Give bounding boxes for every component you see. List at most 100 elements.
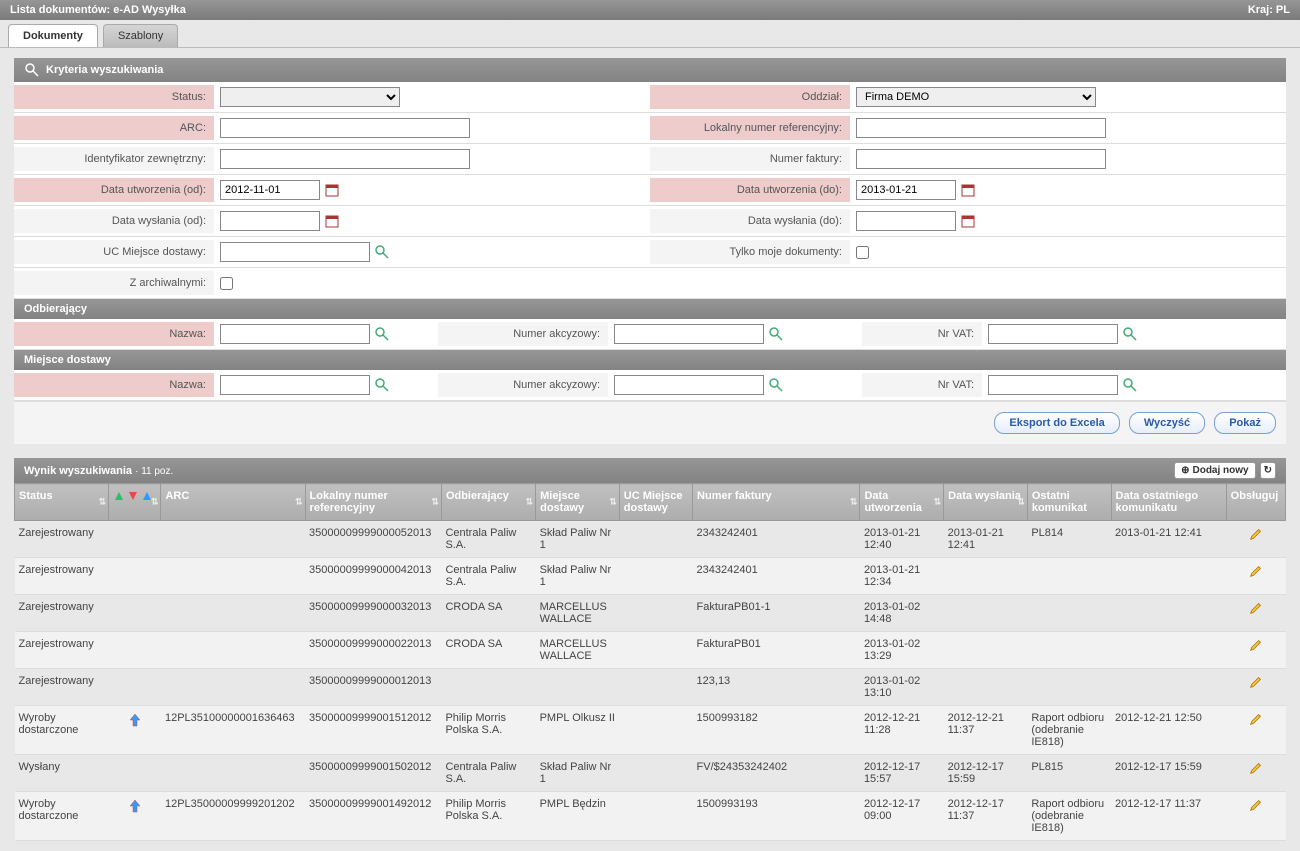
local-ref-input[interactable] xyxy=(856,118,1106,138)
table-row: Wysłany35000009999001502012Centrala Pali… xyxy=(15,755,1286,792)
refresh-button[interactable]: ↻ xyxy=(1260,462,1276,479)
branch-select[interactable]: Firma DEMO xyxy=(856,87,1096,107)
col-uc-delivery[interactable]: UC Miejsce dostawy xyxy=(619,484,692,521)
table-row: Wyroby dostarczone12PL350000099992012023… xyxy=(15,792,1286,841)
col-last-msg-date[interactable]: Data ostatniego komunikatu xyxy=(1111,484,1226,521)
lookup-icon[interactable] xyxy=(1122,326,1138,342)
label-delivery-vat: Nr VAT: xyxy=(862,373,982,397)
table-row: Zarejestrowany35000009999000042013Centra… xyxy=(15,558,1286,595)
label-branch: Oddział: xyxy=(650,85,850,109)
edit-icon[interactable] xyxy=(1249,569,1263,581)
edit-icon[interactable] xyxy=(1249,643,1263,655)
calendar-icon[interactable] xyxy=(960,182,976,198)
search-icon xyxy=(24,62,40,78)
calendar-icon[interactable] xyxy=(324,213,340,229)
table-row: Zarejestrowany35000009999000032013CRODA … xyxy=(15,595,1286,632)
delivery-header: Miejsce dostawy xyxy=(14,350,1286,370)
sent-to-input[interactable] xyxy=(856,211,956,231)
export-button[interactable]: Eksport do Excela xyxy=(994,412,1119,434)
col-receiver[interactable]: Odbierający⇅ xyxy=(441,484,535,521)
uc-delivery-input[interactable] xyxy=(220,242,370,262)
lookup-icon[interactable] xyxy=(768,326,784,342)
add-new-button[interactable]: ⊕ Dodaj nowy xyxy=(1174,462,1256,479)
calendar-icon[interactable] xyxy=(324,182,340,198)
plus-icon: ⊕ xyxy=(1181,465,1189,476)
sort-arrows-icon xyxy=(113,490,153,504)
col-created[interactable]: Data utworzenia⇅ xyxy=(860,484,944,521)
edit-icon[interactable] xyxy=(1249,803,1263,815)
label-created-from: Data utworzenia (od): xyxy=(14,178,214,202)
edit-icon[interactable] xyxy=(1249,680,1263,692)
lookup-icon[interactable] xyxy=(374,244,390,260)
search-criteria-header: Kryteria wyszukiwania xyxy=(14,58,1286,82)
clear-button[interactable]: Wyczyść xyxy=(1129,412,1205,434)
table-row: Zarejestrowany35000009999000012013123,13… xyxy=(15,669,1286,706)
label-ext-id: Identyfikator zewnętrzny: xyxy=(14,147,214,171)
label-delivery-excise: Numer akcyzowy: xyxy=(438,373,608,397)
titlebar: Lista dokumentów: e-AD Wysyłka Kraj: PL xyxy=(0,0,1300,20)
sent-from-input[interactable] xyxy=(220,211,320,231)
status-select[interactable] xyxy=(220,87,400,107)
col-sent[interactable]: Data wysłania⇅ xyxy=(944,484,1028,521)
country-label: Kraj: PL xyxy=(1248,4,1290,16)
window-title: Lista dokumentów: e-AD Wysyłka xyxy=(10,4,186,16)
table-row: Zarejestrowany35000009999000052013Centra… xyxy=(15,521,1286,558)
lookup-icon[interactable] xyxy=(374,377,390,393)
label-arc: ARC: xyxy=(14,116,214,140)
arc-input[interactable] xyxy=(220,118,470,138)
col-local-ref[interactable]: Lokalny numer referencyjny⇅ xyxy=(305,484,441,521)
lookup-icon[interactable] xyxy=(1122,377,1138,393)
label-uc-delivery: UC Miejsce dostawy: xyxy=(14,240,214,264)
receiver-vat-input[interactable] xyxy=(988,324,1118,344)
delivery-excise-input[interactable] xyxy=(614,375,764,395)
col-manage: Obsługuj xyxy=(1226,484,1285,521)
label-receiver-excise: Numer akcyzowy: xyxy=(438,322,608,346)
label-my-docs: Tylko moje dokumenty: xyxy=(650,240,850,264)
my-docs-checkbox[interactable] xyxy=(856,246,869,259)
edit-icon[interactable] xyxy=(1249,717,1263,729)
tab-templates[interactable]: Szablony xyxy=(103,24,178,47)
receiver-name-input[interactable] xyxy=(220,324,370,344)
receiver-excise-input[interactable] xyxy=(614,324,764,344)
label-local-ref: Lokalny numer referencyjny: xyxy=(650,116,850,140)
lookup-icon[interactable] xyxy=(374,326,390,342)
label-sent-to: Data wysłania (do): xyxy=(650,209,850,233)
archived-checkbox[interactable] xyxy=(220,277,233,290)
col-arrows[interactable]: ⇅ xyxy=(109,484,161,521)
label-delivery-name: Nazwa: xyxy=(14,373,214,397)
col-status[interactable]: Status⇅ xyxy=(15,484,109,521)
calendar-icon[interactable] xyxy=(960,213,976,229)
col-invoice[interactable]: Numer faktury⇅ xyxy=(693,484,860,521)
invoice-input[interactable] xyxy=(856,149,1106,169)
edit-icon[interactable] xyxy=(1249,606,1263,618)
created-to-input[interactable] xyxy=(856,180,956,200)
delivery-vat-input[interactable] xyxy=(988,375,1118,395)
label-receiver-name: Nazwa: xyxy=(14,322,214,346)
arrow-up-icon xyxy=(127,805,143,817)
arrow-up-icon xyxy=(127,719,143,731)
action-bar: Eksport do Excela Wyczyść Pokaż xyxy=(14,401,1286,444)
lookup-icon[interactable] xyxy=(768,377,784,393)
label-status: Status: xyxy=(14,85,214,109)
label-created-to: Data utworzenia (do): xyxy=(650,178,850,202)
tab-documents[interactable]: Dokumenty xyxy=(8,24,98,47)
results-header: Wynik wyszukiwania · 11 poz. ⊕ Dodaj now… xyxy=(14,458,1286,483)
table-row: Wyroby dostarczone12PL351000000016364633… xyxy=(15,706,1286,755)
label-sent-from: Data wysłania (od): xyxy=(14,209,214,233)
label-receiver-vat: Nr VAT: xyxy=(862,322,982,346)
results-table: Status⇅ ⇅ ARC⇅ Lokalny numer referencyjn… xyxy=(14,483,1286,841)
show-button[interactable]: Pokaż xyxy=(1214,412,1276,434)
receiver-header: Odbierający xyxy=(14,299,1286,319)
edit-icon[interactable] xyxy=(1249,532,1263,544)
ext-id-input[interactable] xyxy=(220,149,470,169)
col-delivery-place[interactable]: Miejsce dostawy⇅ xyxy=(536,484,620,521)
created-from-input[interactable] xyxy=(220,180,320,200)
col-arc[interactable]: ARC⇅ xyxy=(161,484,305,521)
edit-icon[interactable] xyxy=(1249,766,1263,778)
tabs: Dokumenty Szablony xyxy=(0,20,1300,48)
delivery-name-input[interactable] xyxy=(220,375,370,395)
table-row: Zarejestrowany35000009999000022013CRODA … xyxy=(15,632,1286,669)
label-invoice: Numer faktury: xyxy=(650,147,850,171)
label-archived: Z archiwalnymi: xyxy=(14,271,214,295)
col-last-msg[interactable]: Ostatni komunikat xyxy=(1027,484,1111,521)
